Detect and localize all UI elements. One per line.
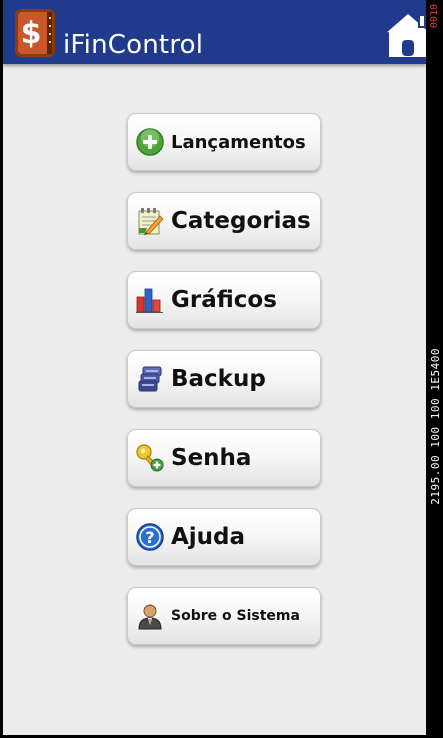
app-title: iFinControl — [63, 30, 204, 60]
categorias-label: Categorias — [171, 208, 311, 234]
bar-chart-icon — [136, 288, 163, 313]
svg-text:?: ? — [145, 528, 154, 547]
graficos-button[interactable]: Gráficos — [127, 271, 321, 329]
backup-label: Backup — [171, 366, 266, 392]
app-screen: $ iFinControl Lançamentos Categorias Grá… — [3, 0, 426, 738]
notepad-pencil-icon — [138, 208, 164, 235]
lancamentos-button[interactable]: Lançamentos — [127, 113, 321, 171]
ajuda-label: Ajuda — [171, 524, 246, 550]
categorias-button[interactable]: Categorias — [127, 192, 321, 250]
svg-text:$: $ — [21, 16, 42, 51]
side-status-readout: 2195.00 100 100 1E5400 — [429, 348, 442, 505]
senha-button[interactable]: Senha — [127, 429, 321, 487]
help-icon: ? — [136, 523, 164, 551]
device-frame: $ iFinControl Lançamentos Categorias Grá… — [0, 0, 443, 738]
ajuda-button[interactable]: ? Ajuda — [127, 508, 321, 566]
user-icon — [138, 604, 162, 630]
app-header: $ iFinControl — [3, 0, 426, 64]
key-icon — [136, 444, 164, 472]
lancamentos-label: Lançamentos — [171, 131, 306, 153]
side-status-time: 0010 — [429, 4, 440, 29]
database-icon — [138, 366, 162, 392]
home-icon[interactable] — [380, 7, 426, 61]
sobre-label: Sobre o Sistema — [171, 608, 300, 624]
wallet-book-icon: $ — [15, 9, 55, 57]
graficos-label: Gráficos — [171, 287, 277, 313]
plus-circle-icon — [136, 128, 164, 156]
sobre-button[interactable]: Sobre o Sistema — [127, 587, 321, 645]
backup-button[interactable]: Backup — [127, 350, 321, 408]
senha-label: Senha — [171, 445, 252, 471]
